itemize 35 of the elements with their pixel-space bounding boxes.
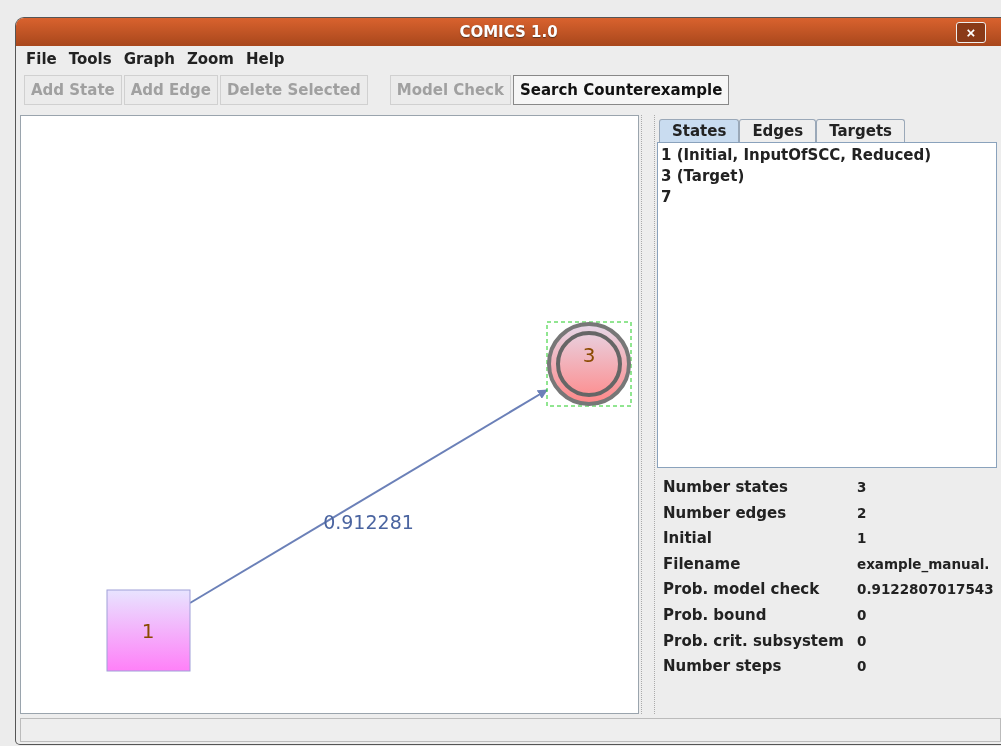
tab[interactable]: States — [659, 119, 740, 142]
property-value: 1 — [857, 529, 867, 549]
property-name: Prob. bound — [663, 604, 768, 626]
tab[interactable]: Targets — [816, 119, 906, 142]
menu-item[interactable]: Tools — [62, 50, 118, 68]
menu-item[interactable]: Help — [240, 50, 291, 68]
menu-item[interactable]: File — [20, 50, 63, 68]
property-name: Number states — [663, 477, 789, 498]
list-item[interactable]: 3 (Target) — [661, 166, 993, 187]
close-button[interactable]: × — [956, 22, 986, 43]
property-name: Number edges — [663, 502, 788, 524]
property-name: Filename — [663, 553, 742, 575]
target-node[interactable]: 3 — [546, 321, 632, 407]
property-value: 0 — [857, 631, 867, 651]
state-node[interactable]: 1 — [106, 589, 191, 672]
list-item[interactable]: 1 (Initial, InputOfSCC, Reduced) — [661, 145, 993, 166]
property-name: Prob. model check — [663, 579, 821, 601]
tab[interactable]: Edges — [739, 119, 817, 142]
window-title: COMICS 1.0 — [459, 23, 558, 41]
edge-arrow[interactable] — [189, 389, 548, 604]
toolbar-button[interactable]: Search Counterexample — [512, 75, 730, 105]
property-value: 0 — [857, 657, 867, 677]
property-value: example_manual. — [857, 554, 990, 575]
edge-label: 0.912281 — [323, 510, 414, 533]
property-value: 2 — [857, 503, 867, 523]
list-item[interactable]: 7 — [661, 187, 993, 208]
property-name: Number steps — [663, 656, 783, 678]
menu-item[interactable]: Zoom — [180, 50, 240, 68]
property-value: 3 — [857, 478, 867, 497]
property-value: 0 — [857, 605, 867, 625]
split-divider[interactable] — [641, 115, 655, 714]
menu-item[interactable]: Graph — [117, 50, 181, 68]
property-name: Prob. crit. subsystem — [663, 630, 845, 652]
property-value: 0.9122807017543 — [857, 580, 994, 600]
property-name: Initial — [663, 528, 713, 550]
